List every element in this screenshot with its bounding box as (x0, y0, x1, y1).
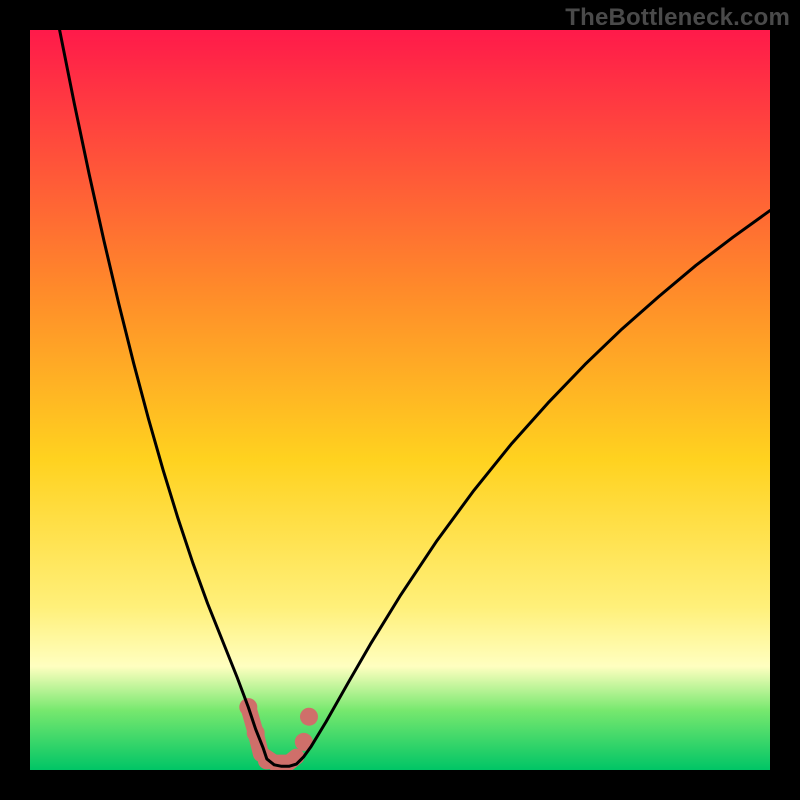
bottleneck-chart (30, 30, 770, 770)
gradient-background (30, 30, 770, 770)
app-frame: TheBottleneck.com (0, 0, 800, 800)
chart-svg (30, 30, 770, 770)
watermark-text: TheBottleneck.com (565, 4, 790, 32)
marker-stroke-4 (289, 757, 296, 763)
marker-right-dot-top (300, 708, 318, 726)
